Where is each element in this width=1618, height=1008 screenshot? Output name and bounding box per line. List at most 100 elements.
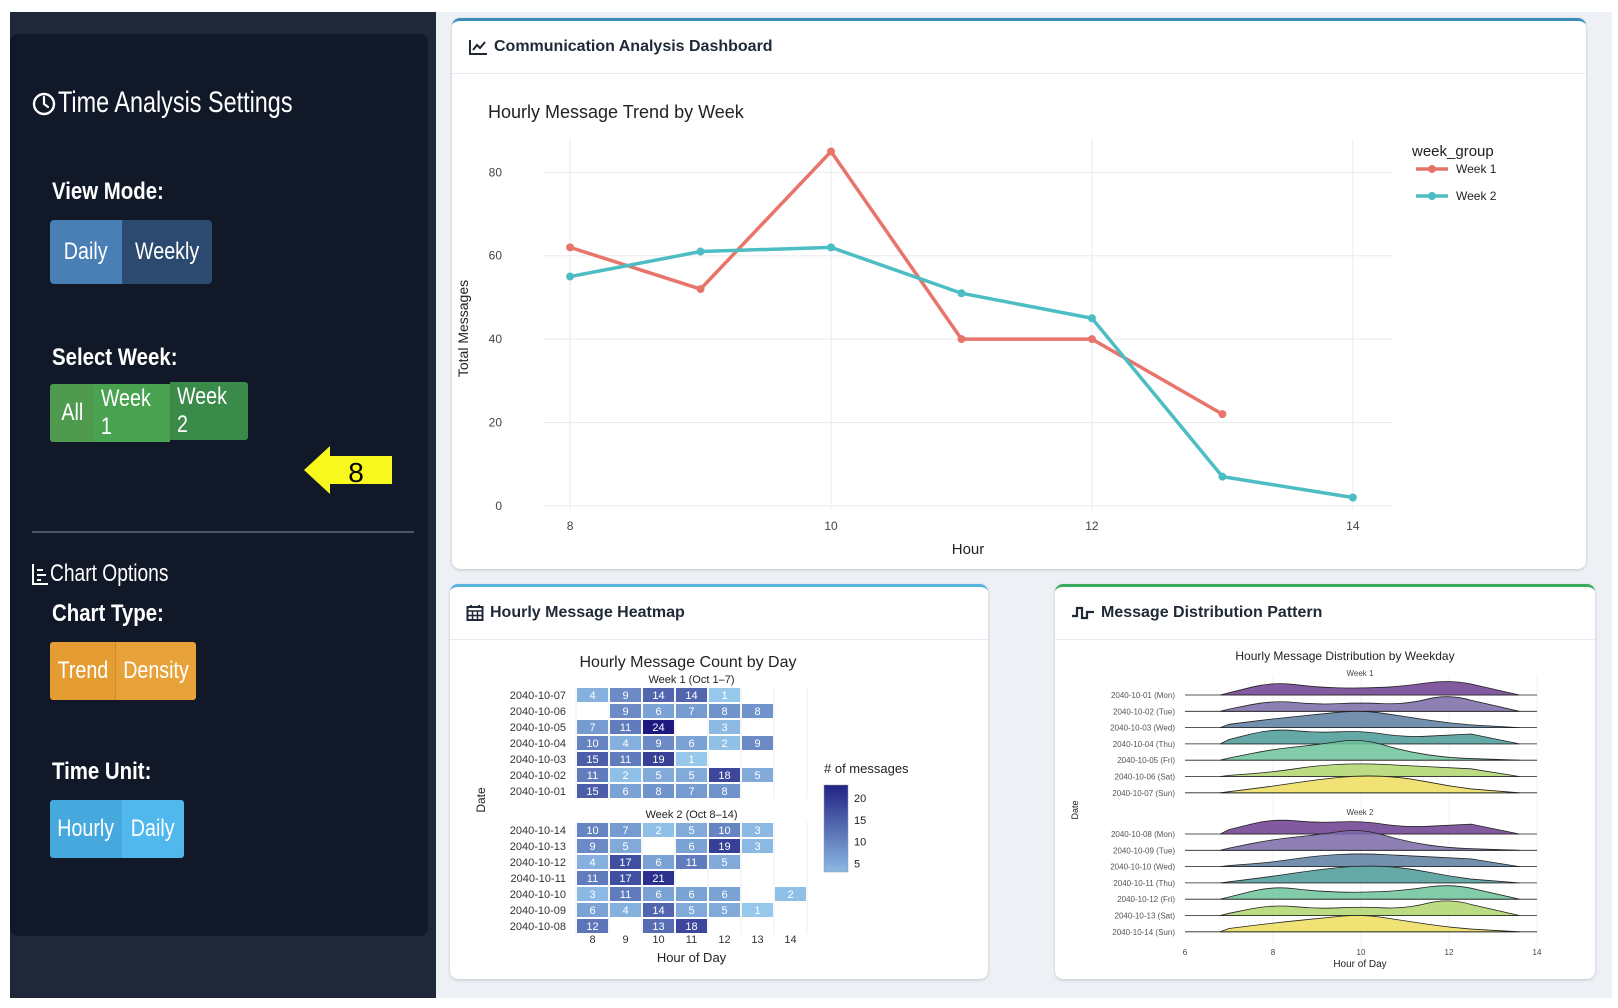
heatmap-row-label: 2040-10-07 (510, 690, 566, 702)
legend-swatch-point (1428, 165, 1436, 173)
heatmap-cell-value: 2 (655, 825, 661, 837)
heatmap-cell-value: 14 (652, 690, 664, 702)
heatmap-x-tick: 12 (718, 934, 730, 946)
bar-chart-icon (32, 564, 48, 585)
heatmap-cell-value: 14 (685, 690, 697, 702)
ridge-density (1220, 763, 1520, 777)
heatmap-cell-value: 9 (589, 841, 595, 853)
series-point (957, 335, 966, 344)
ridge-density (1220, 681, 1520, 696)
heatmap-x-label: Hour of Day (657, 950, 727, 965)
y-tick-label: 20 (489, 415, 503, 429)
heatmap-row-label: 2040-10-05 (510, 722, 566, 734)
heatmap-cell-value: 5 (721, 857, 727, 869)
calendar-icon (466, 605, 484, 621)
chart-type-density-button[interactable]: Density (116, 642, 196, 700)
sidebar: Time Analysis Settings View Mode: Daily … (10, 34, 428, 936)
heatmap-cell-value: 4 (589, 857, 595, 869)
y-tick-label: 40 (489, 332, 503, 346)
chart-options-header: Chart Options (30, 560, 198, 588)
heatmap-cell-value: 2 (622, 770, 628, 782)
week-all-button[interactable]: All (50, 384, 94, 442)
week-2-button[interactable]: Week 2 (170, 382, 248, 440)
y-tick-label: 60 (489, 249, 503, 263)
ridge-row-label: 2040-10-14 (Sun) (1112, 928, 1175, 937)
distribution-chart: Hourly Message Distribution by Weekday We… (1070, 649, 1542, 970)
ridge-density (1220, 775, 1520, 794)
heatmap-cell-value: 10 (718, 825, 730, 837)
line-chart-icon (469, 40, 487, 55)
legend-label: Week 1 (1456, 162, 1497, 176)
ridge-row-label: 2040-10-01 (Mon) (1111, 691, 1175, 700)
y-tick-label: 0 (495, 499, 502, 513)
ridge-x-tick: 6 (1183, 948, 1188, 957)
ridge-density (1220, 696, 1520, 712)
heatmap-cell-value: 11 (620, 889, 631, 901)
ridge-row-label: 2040-10-11 (Thu) (1113, 879, 1175, 888)
series-point (957, 289, 966, 298)
heatmap-cell-value: 6 (688, 889, 694, 901)
heatmap-cell-value: 5 (721, 905, 727, 917)
heatmap-cell-value: 7 (688, 706, 694, 718)
heatmap-x-tick: 10 (652, 934, 664, 946)
clock-icon (32, 92, 56, 116)
ridge-y-label: Date (1070, 800, 1080, 819)
heatmap-cell-value: 6 (655, 889, 661, 901)
heatmap-cell-value: 12 (586, 921, 598, 933)
y-tick-label: 80 (489, 165, 503, 179)
series-point (1087, 335, 1096, 344)
ridge-x-label: Hour of Day (1333, 959, 1386, 970)
heatmap-row-label: 2040-10-12 (510, 857, 566, 869)
heatmap-x-tick: 14 (784, 934, 796, 946)
heatmap-row-label: 2040-10-01 (510, 786, 566, 798)
time-unit-hourly-button[interactable]: Hourly (50, 800, 122, 858)
ridge-row-label: 2040-10-09 (Tue) (1113, 846, 1175, 855)
heatmap-x-tick: 8 (589, 934, 595, 946)
week-1-button[interactable]: Week 1 (94, 384, 170, 442)
heatmap-cell-value: 11 (587, 873, 598, 885)
heatmap-cell-value: 17 (619, 857, 631, 869)
series-point (1087, 314, 1096, 323)
heatmap-cell-value: 15 (586, 786, 598, 798)
heatmap-cell-value: 19 (718, 841, 730, 853)
annotation-number: 8 (348, 457, 364, 488)
view-mode-label: View Mode: (52, 178, 164, 205)
time-unit-label: Time Unit: (52, 758, 152, 785)
ridge-row-label: 2040-10-03 (Wed) (1110, 724, 1175, 733)
time-unit-daily-button[interactable]: Daily (122, 800, 184, 858)
ridge-row-label: 2040-10-08 (Mon) (1111, 830, 1175, 839)
legend-label: Week 2 (1456, 189, 1497, 203)
heatmap-cell-value: 7 (688, 786, 694, 798)
heatmap-row-label: 2040-10-08 (510, 921, 566, 933)
heatmap-cell-value: 19 (652, 754, 664, 766)
heatmap-cell-value: 4 (589, 690, 595, 702)
view-mode-daily-button[interactable]: Daily (50, 220, 122, 284)
heatmap-cell-value: 1 (688, 754, 694, 766)
series-point (827, 243, 836, 252)
heatmap-cell-value: 7 (589, 722, 595, 734)
heatmap-cell-value: 3 (589, 889, 595, 901)
heatmap-cell-value: 5 (688, 905, 694, 917)
heatmap-cell-value: 5 (655, 770, 661, 782)
heatmap-cell-value: 1 (721, 690, 727, 702)
heatmap-cell-value: 10 (586, 825, 598, 837)
heatmap-cell-value: 18 (685, 921, 697, 933)
ridge-density (1220, 915, 1520, 933)
view-mode-weekly-button[interactable]: Weekly (122, 220, 212, 284)
ridge-density (1220, 853, 1520, 867)
ridge-row-label: 2040-10-10 (Wed) (1110, 863, 1175, 872)
ridge-row-label: 2040-10-07 (Sun) (1112, 789, 1175, 798)
heatmap-y-label: Date (474, 787, 488, 813)
select-week-label: Select Week: (52, 344, 178, 371)
series-line-1 (569, 148, 1224, 416)
heatmap-cell-value: 21 (652, 873, 664, 885)
heatmap-cell-value: 3 (754, 841, 760, 853)
ridge-row-label: 2040-10-02 (Tue) (1113, 707, 1175, 716)
x-tick-label: 10 (824, 519, 838, 533)
ridge-x-tick: 12 (1445, 948, 1454, 957)
series-point (696, 285, 705, 294)
chart-type-trend-button[interactable]: Trend (50, 642, 116, 700)
view-mode-toggle: Daily Weekly (50, 220, 212, 284)
chart-type-toggle: Trend Density (50, 642, 196, 700)
heatmap-cell-value: 5 (688, 770, 694, 782)
